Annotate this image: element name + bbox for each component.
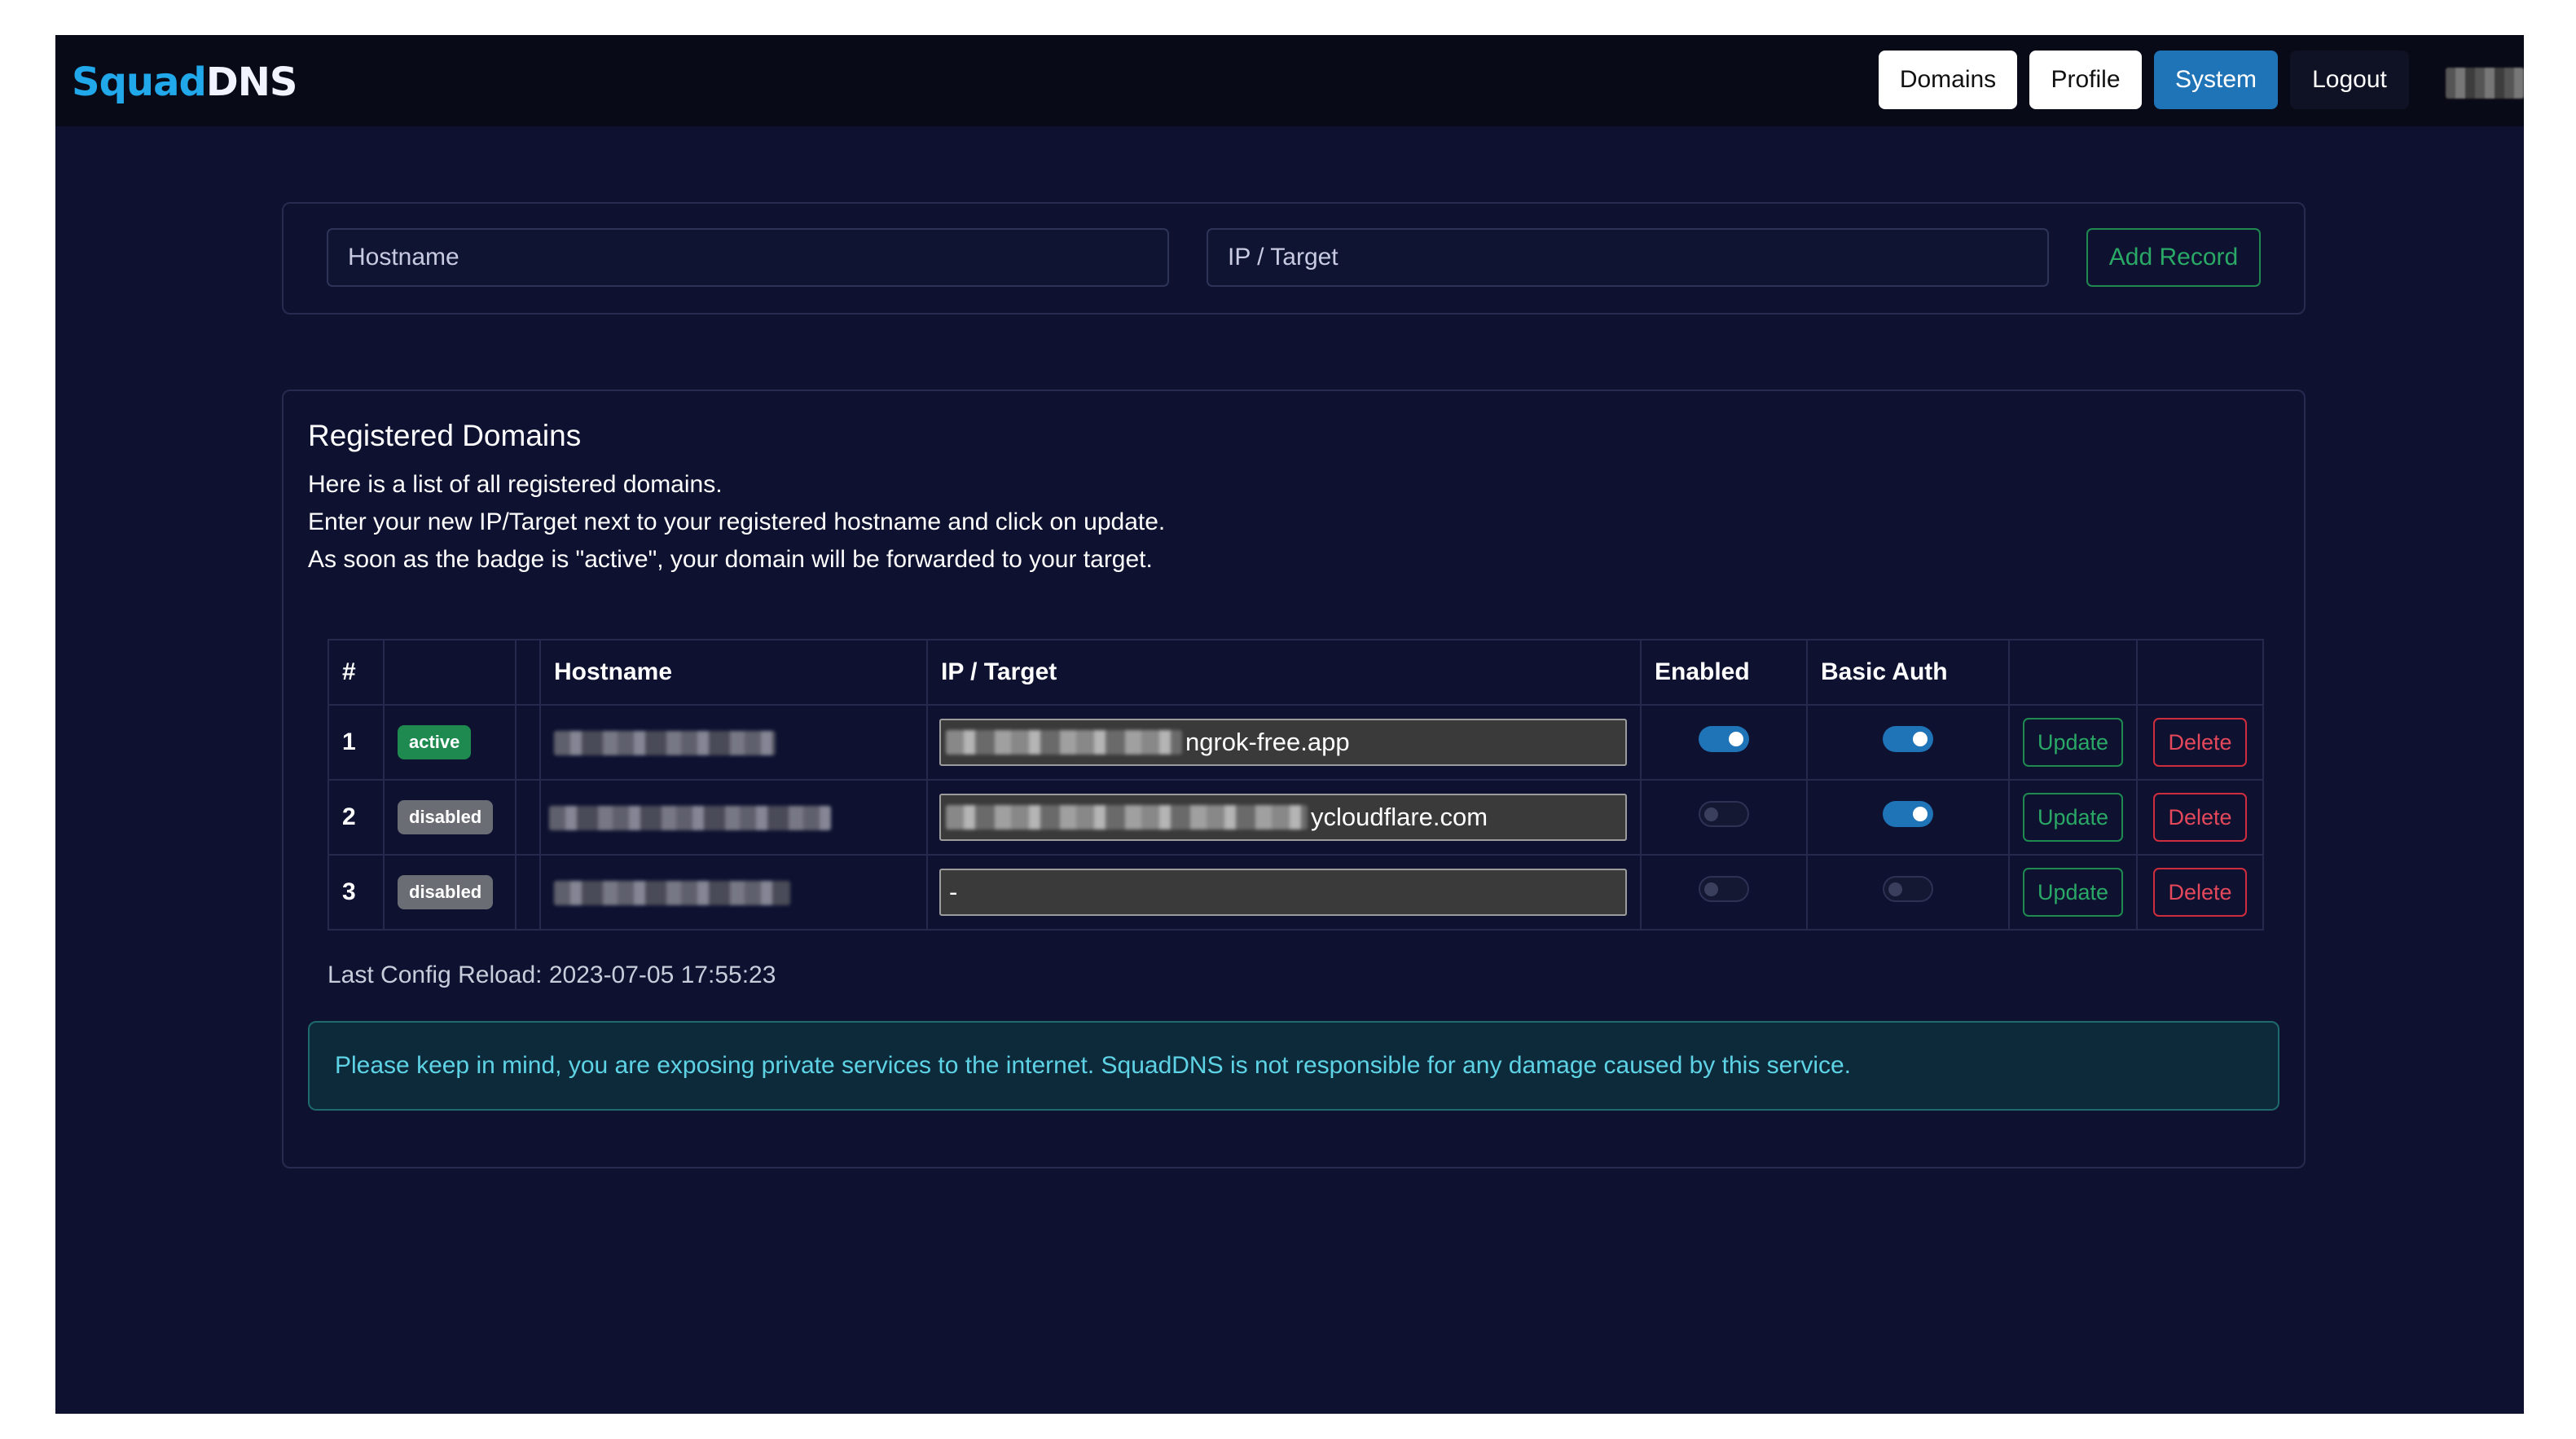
target-redacted	[946, 805, 1308, 830]
update-button[interactable]: Update	[2022, 793, 2124, 842]
nav-logout-button[interactable]: Logout	[2290, 51, 2409, 109]
target-value: ycloudflare.com	[1311, 803, 1488, 831]
navbar: SquadDNS Domains Profile System Logout	[55, 35, 2524, 126]
delete-button[interactable]: Delete	[2153, 793, 2247, 842]
target-redacted	[946, 730, 1182, 755]
user-avatar[interactable]	[2446, 68, 2524, 99]
warning-text: Please keep in mind, you are exposing pr…	[335, 1052, 1852, 1079]
last-config-reload: Last Config Reload: 2023-07-05 17:55:23	[327, 962, 776, 988]
basic-auth-toggle[interactable]	[1883, 801, 1933, 827]
row-number: 2	[327, 779, 385, 856]
brand-logo[interactable]: SquadDNS	[72, 59, 297, 105]
column-header-basic-auth: Basic Auth	[1806, 639, 2010, 706]
target-field[interactable]: ngrok-free.app	[939, 719, 1627, 766]
description-line-3: As soon as the badge is "active", your d…	[308, 546, 1153, 573]
hostname-redacted	[554, 731, 776, 756]
nav-domains-button[interactable]: Domains	[1879, 51, 2017, 109]
warning-alert: Please keep in mind, you are exposing pr…	[308, 1021, 2279, 1111]
enabled-toggle[interactable]	[1699, 726, 1749, 752]
column-header-spacer	[515, 639, 541, 706]
status-badge: disabled	[398, 800, 494, 834]
app-window: SquadDNS Domains Profile System Logout A…	[55, 35, 2524, 1414]
brand-part-dns: DNS	[205, 59, 298, 105]
column-header-num: #	[327, 639, 385, 706]
basic-auth-toggle[interactable]	[1883, 876, 1933, 902]
column-header-update	[2008, 639, 2138, 706]
description-line-2: Enter your new IP/Target next to your re…	[308, 508, 1166, 535]
target-field[interactable]: ycloudflare.com	[939, 794, 1627, 841]
table-row: 1 active ngrok-free.app Update Delete	[327, 704, 2264, 781]
enabled-toggle[interactable]	[1699, 876, 1749, 902]
target-value: -	[949, 878, 958, 906]
target-input[interactable]	[1207, 228, 2049, 287]
add-record-button[interactable]: Add Record	[2086, 228, 2261, 287]
column-header-enabled: Enabled	[1640, 639, 1808, 706]
nav-profile-button[interactable]: Profile	[2029, 51, 2142, 109]
column-header-status	[383, 639, 517, 706]
description-line-1: Here is a list of all registered domains…	[308, 471, 723, 498]
status-badge: active	[398, 725, 472, 759]
brand-part-squad: Squad	[72, 59, 207, 105]
hostname-redacted	[549, 806, 831, 831]
hostname-input[interactable]	[327, 228, 1169, 287]
add-record-card: Add Record	[282, 202, 2306, 315]
table-row: 3 disabled - Update Delete	[327, 854, 2264, 931]
target-field[interactable]: -	[939, 869, 1627, 916]
basic-auth-toggle[interactable]	[1883, 726, 1933, 752]
target-value: ngrok-free.app	[1185, 728, 1350, 756]
delete-button[interactable]: Delete	[2153, 718, 2247, 767]
update-button[interactable]: Update	[2022, 868, 2124, 917]
update-button[interactable]: Update	[2022, 718, 2124, 767]
card-title: Registered Domains	[308, 419, 582, 452]
column-header-target: IP / Target	[926, 639, 1642, 706]
row-number: 3	[327, 854, 385, 931]
delete-button[interactable]: Delete	[2153, 868, 2247, 917]
hostname-redacted	[554, 881, 790, 906]
row-number: 1	[327, 704, 385, 781]
table-header-row: # Hostname IP / Target Enabled Basic Aut…	[327, 639, 2264, 706]
status-badge: disabled	[398, 875, 494, 909]
registered-domains-card: Registered Domains Here is a list of all…	[282, 389, 2306, 1168]
domains-table: # Hostname IP / Target Enabled Basic Aut…	[327, 639, 2264, 931]
column-header-delete	[2136, 639, 2264, 706]
nav-system-button[interactable]: System	[2154, 51, 2278, 109]
column-header-hostname: Hostname	[539, 639, 928, 706]
table-row: 2 disabled ycloudflare.com Update Delete	[327, 779, 2264, 856]
enabled-toggle[interactable]	[1699, 801, 1749, 827]
